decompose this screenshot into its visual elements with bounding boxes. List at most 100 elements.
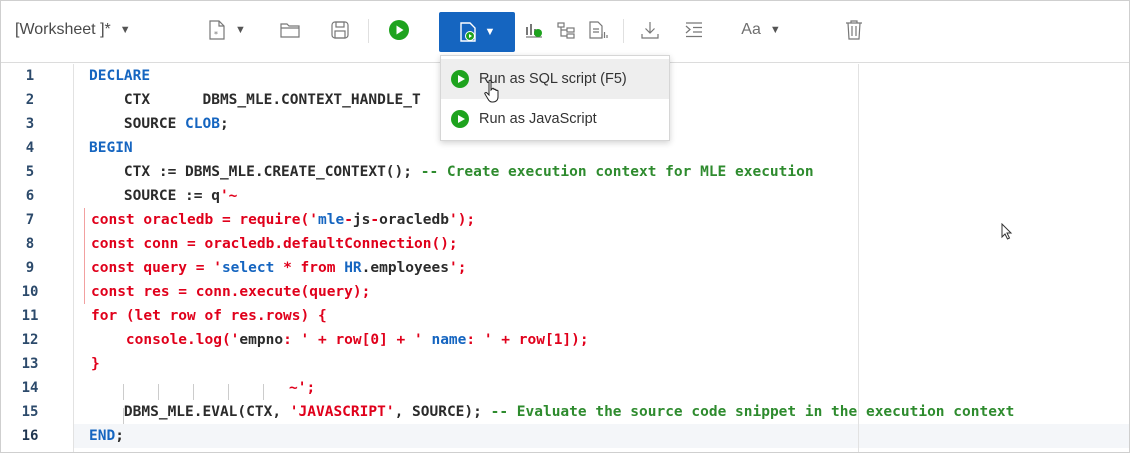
code-token: DBMS_MLE.EVAL(CTX, [89, 404, 290, 420]
toolbar-divider [368, 19, 369, 43]
explain-plan-icon [526, 24, 542, 38]
indent-guide [123, 384, 124, 400]
code-token: - [370, 212, 380, 228]
run-split-icon [459, 22, 476, 42]
line-number: 2 [25, 92, 35, 108]
autotrace-button[interactable] [553, 15, 579, 45]
new-file-icon: * [209, 20, 225, 40]
chevron-down-icon: ▼ [769, 24, 781, 36]
svg-text:*: * [214, 30, 218, 39]
code-string: ~'; [289, 380, 316, 396]
line-number: 5 [25, 164, 35, 180]
line-number-gutter: 1 2 3 4 5 6 7 8 9 10 11 12 13 14 15 16 [1, 64, 73, 452]
worksheet-window: [Worksheet ]* ▼ * ▼ ▼ Aa ▼ 1 2 3 4 5 6 7… [0, 0, 1130, 453]
code-token: mle [317, 212, 345, 228]
download-button[interactable] [637, 15, 663, 45]
explain-plan-button[interactable] [521, 15, 547, 45]
chevron-down-icon: ▼ [484, 26, 496, 38]
code-token: HR [344, 260, 362, 276]
code-line-3: SOURCE CLOB; [89, 112, 229, 136]
menu-item-label: Run as JavaScript [479, 111, 597, 127]
code-line-12: console.log('empno: ' + row[0] + ' name:… [91, 328, 589, 352]
format-icon [685, 22, 702, 38]
new-worksheet-button[interactable]: * ▼ [197, 15, 257, 45]
format-code-button[interactable] [681, 15, 707, 45]
indent-guide [263, 384, 264, 400]
code-line-5: CTX := DBMS_MLE.CREATE_CONTEXT(); -- Cre… [89, 160, 814, 184]
line-number: 12 [21, 332, 39, 348]
run-statement-button[interactable] [385, 15, 413, 45]
run-script-split-button[interactable]: ▼ [439, 12, 515, 52]
line-number: 11 [21, 308, 39, 324]
sql-history-icon [589, 21, 608, 39]
code-token: CTX := DBMS_MLE.CREATE_CONTEXT(); [89, 164, 421, 180]
line-number: 10 [21, 284, 39, 300]
code-line-4: BEGIN [89, 136, 133, 160]
menu-item-run-javascript[interactable]: Run as JavaScript [441, 99, 669, 139]
code-string: 'JAVASCRIPT' [289, 404, 395, 420]
code-token: DECLARE [89, 68, 151, 84]
code-token: ; [219, 116, 229, 132]
code-token: * from [274, 260, 345, 276]
code-token: for (let row of res.rows) { [91, 308, 327, 324]
code-token: console.log(' [91, 332, 240, 348]
text-case-icon: Aa [741, 21, 761, 38]
code-line-10: const res = conn.execute(query); [91, 280, 370, 304]
print-margin [858, 64, 859, 452]
delete-icon [846, 20, 862, 40]
code-token: , SOURCE); [394, 404, 491, 420]
run-icon [389, 20, 409, 40]
indent-guide [158, 384, 159, 400]
code-token: .employees [361, 260, 449, 276]
code-token: name [431, 332, 467, 348]
line-number: 3 [25, 116, 35, 132]
code-token: } [91, 356, 100, 372]
code-line-9: const query = 'select * from HR.employee… [91, 256, 466, 280]
code-line-8: const conn = oracledb.defaultConnection(… [91, 232, 458, 256]
code-line-1: DECLARE [89, 64, 150, 88]
code-comment: -- Evaluate the source code snippet in t… [490, 404, 1015, 420]
arrow-cursor-icon [1001, 223, 1013, 240]
open-button[interactable] [277, 15, 303, 45]
code-line-7: const oracledb = require('mle-js-oracled… [91, 208, 475, 232]
code-token: const res = conn.execute(query); [91, 284, 371, 300]
code-token: : ' + row[1]); [466, 332, 589, 348]
download-icon [641, 22, 659, 39]
run-dropdown-menu: Run as SQL script (F5) Run as JavaScript [440, 55, 670, 141]
code-token: BEGIN [89, 140, 133, 156]
code-line-11: for (let row of res.rows) { [91, 304, 327, 328]
line-number: 9 [25, 260, 35, 276]
code-line-16: END; [89, 424, 124, 448]
menu-item-run-sql-script[interactable]: Run as SQL script (F5) [441, 59, 669, 99]
code-line-6: SOURCE := q'~ [89, 184, 238, 208]
autotrace-icon [557, 22, 575, 39]
code-token: js [352, 212, 371, 228]
code-token: '; [448, 260, 467, 276]
current-line-highlight [1, 424, 1129, 448]
line-number: 15 [21, 404, 39, 420]
run-icon [451, 110, 469, 128]
indent-guide [193, 384, 194, 400]
clear-button[interactable] [841, 15, 867, 45]
code-token: END [89, 428, 116, 444]
sql-history-button[interactable] [585, 15, 611, 45]
chevron-down-icon: ▼ [119, 24, 131, 36]
text-case-dropdown[interactable]: Aa ▼ [731, 15, 791, 45]
code-token: '); [448, 212, 476, 228]
line-number: 14 [21, 380, 39, 396]
code-token: CTX DBMS_MLE.CONTEXT_HANDLE_T [89, 92, 421, 108]
code-line-15: DBMS_MLE.EVAL(CTX, 'JAVASCRIPT', SOURCE)… [89, 400, 1014, 424]
open-folder-icon [280, 23, 300, 38]
code-token: empno [239, 332, 284, 348]
code-token: : ' + row[0] + ' [283, 332, 432, 348]
code-token: oracledb [379, 212, 449, 228]
code-token: SOURCE := q [89, 188, 220, 204]
worksheet-title: [Worksheet ]* [15, 21, 111, 38]
code-token: const oracledb = require(' [91, 212, 318, 228]
save-button[interactable] [327, 15, 353, 45]
code-token: select [221, 260, 275, 276]
worksheet-tab-dropdown[interactable]: [Worksheet ]* ▼ [15, 15, 155, 45]
gutter-divider [73, 64, 74, 452]
code-token: - [344, 212, 353, 228]
js-block-marker [84, 208, 85, 304]
